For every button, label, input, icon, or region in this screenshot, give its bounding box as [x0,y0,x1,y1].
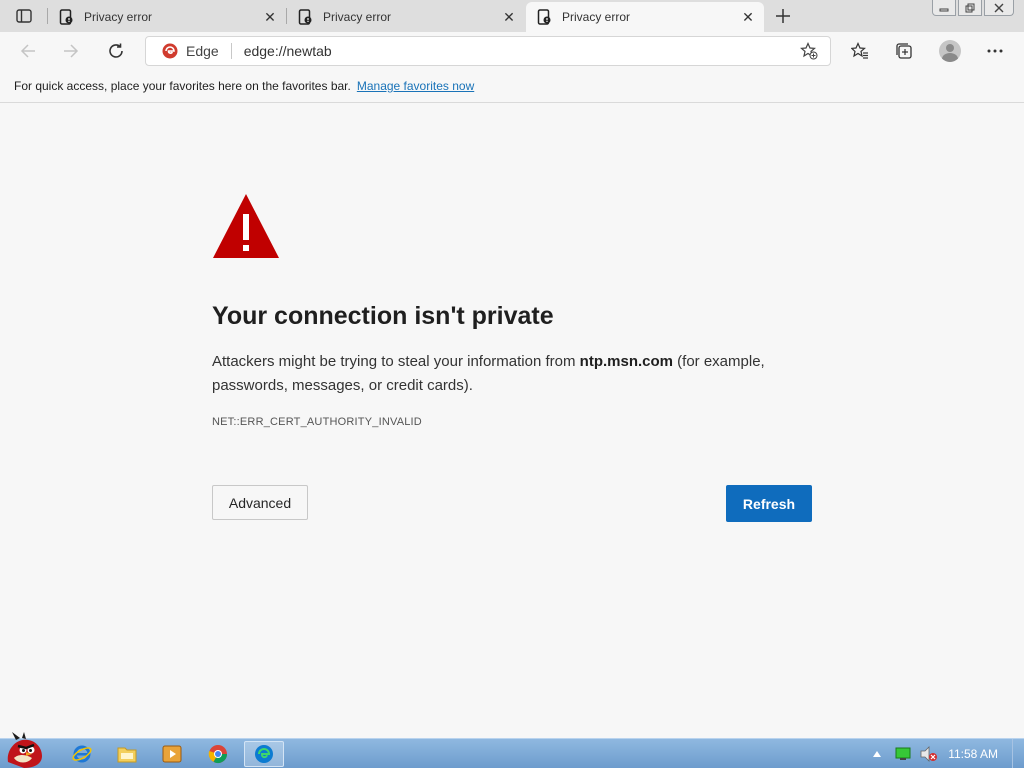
new-tab-button[interactable] [770,4,796,28]
settings-more-icon[interactable] [980,36,1010,66]
description-text: Attackers might be trying to steal your … [212,353,580,370]
close-window-icon[interactable] [984,0,1014,16]
chrome-icon[interactable] [198,741,238,767]
address-separator [230,43,232,59]
privacy-error-icon [58,9,74,25]
tab-title: Privacy error [323,10,392,24]
edge-taskbar-icon[interactable] [244,741,284,767]
edge-icon [162,43,178,59]
restore-icon[interactable] [958,0,982,16]
favorites-bar-message: For quick access, place your favorites h… [14,79,351,93]
add-favorite-icon[interactable] [794,38,824,64]
favorites-icon[interactable] [845,36,875,66]
system-tray: 11:58 AM [860,739,1024,768]
privacy-error-icon [536,9,552,25]
taskbar: 11:58 AM [0,732,1024,768]
privacy-error-icon [297,9,313,25]
internet-explorer-icon[interactable] [62,741,102,767]
host-name: ntp.msn.com [579,353,673,370]
profile-button[interactable] [935,36,965,66]
show-desktop-button[interactable] [1012,739,1024,768]
favorites-bar: For quick access, place your favorites h… [0,70,1024,103]
tab-title: Privacy error [562,10,631,24]
volume-muted-icon[interactable] [920,745,938,763]
error-page: Your connection isn't private Attackers … [0,104,1024,738]
tab-close-icon[interactable]: ✕ [260,7,280,27]
tab-privacy-error-active[interactable]: Privacy error ✕ [526,2,764,32]
tab-title: Privacy error [84,10,153,24]
forward-button[interactable] [56,36,86,66]
warning-icon [212,192,280,260]
address-bar[interactable]: Edge edge://newtab [145,36,831,66]
tab-privacy-error-1[interactable]: Privacy error ✕ [48,2,286,32]
media-player-icon[interactable] [152,741,192,767]
tab-close-icon[interactable]: ✕ [738,7,758,27]
file-explorer-icon[interactable] [107,741,147,767]
tab-close-icon[interactable]: ✕ [499,7,519,27]
advanced-button[interactable]: Advanced [212,485,308,520]
minimize-icon[interactable] [932,0,956,16]
refresh-icon[interactable] [101,36,131,66]
show-hidden-icons-icon[interactable] [868,745,886,763]
avatar [939,40,961,62]
tab-actions-icon[interactable] [8,5,40,27]
refresh-button[interactable]: Refresh [726,485,812,522]
tab-privacy-error-2[interactable]: Privacy error ✕ [287,2,525,32]
network-icon[interactable] [894,745,912,763]
clock[interactable]: 11:58 AM [948,747,998,761]
manage-favorites-link[interactable]: Manage favorites now [357,79,474,93]
url-text[interactable]: edge://newtab [244,43,794,59]
collections-icon[interactable] [889,36,919,66]
error-heading: Your connection isn't private [212,302,554,330]
error-description: Attackers might be trying to steal your … [212,350,812,398]
start-button[interactable] [0,731,52,768]
error-code: NET::ERR_CERT_AUTHORITY_INVALID [212,416,422,428]
window-controls [930,0,1014,16]
edge-label: Edge [186,43,219,59]
back-button[interactable] [13,36,43,66]
browser-toolbar: Edge edge://newtab [0,32,1024,70]
tab-strip: Privacy error ✕ Privacy error ✕ Privacy … [0,0,1024,32]
